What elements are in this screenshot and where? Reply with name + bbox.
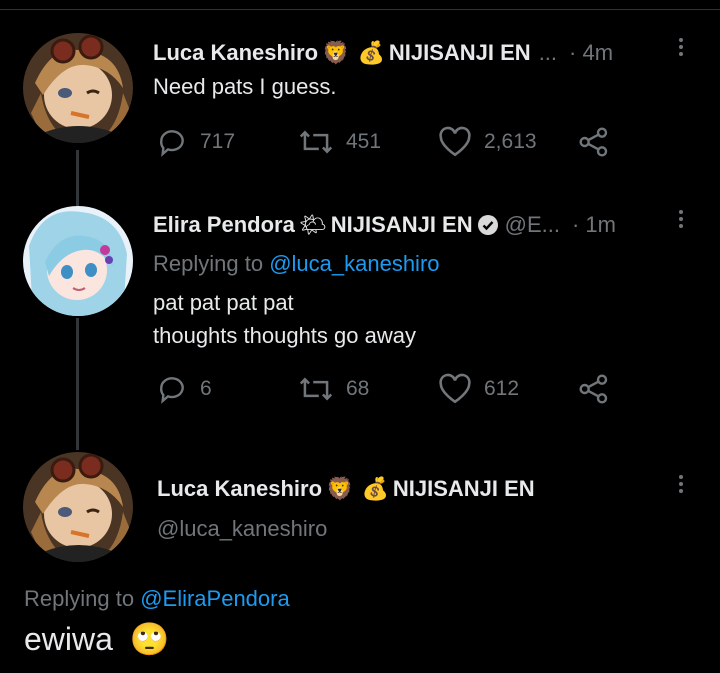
- reply-button[interactable]: 717: [156, 126, 235, 158]
- truncated-handle: ...: [538, 40, 558, 65]
- tweet-text: Need pats I guess.: [153, 74, 337, 99]
- display-name[interactable]: Elira Pendora: [153, 212, 295, 238]
- timestamp[interactable]: · 4m: [569, 40, 613, 66]
- share-button[interactable]: [578, 373, 622, 405]
- tweet-header: Luca Kaneshiro 🦁 💰 NIJISANJI EN ... · 4m: [153, 40, 613, 66]
- like-button[interactable]: 612: [438, 373, 519, 405]
- retweet-count: 68: [346, 377, 370, 400]
- thread-line: [76, 150, 79, 206]
- avatar[interactable]: [23, 33, 133, 143]
- share-icon: [579, 374, 608, 404]
- handle[interactable]: @E...: [505, 212, 560, 238]
- like-count: 612: [484, 377, 520, 400]
- tweet-header: Luca Kaneshiro 🦁 💰 NIJISANJI EN: [157, 476, 535, 502]
- reply-count: 6: [200, 377, 212, 400]
- money-bag-emoji-icon: 💰: [361, 476, 389, 502]
- replying-to-label: Replying to: [153, 251, 270, 276]
- reply-count: 717: [200, 130, 236, 153]
- display-name[interactable]: Luca Kaneshiro: [157, 476, 322, 502]
- top-divider: [0, 9, 720, 10]
- more-options-icon[interactable]: [676, 210, 686, 231]
- replying-to: Replying to @luca_kaneshiro: [153, 251, 440, 277]
- eye-roll-emoji-icon: 🙄: [129, 620, 170, 658]
- more-options-icon[interactable]: [676, 475, 686, 496]
- avatar[interactable]: [23, 452, 133, 562]
- timestamp[interactable]: · 1m: [572, 212, 616, 238]
- avatar[interactable]: [23, 206, 133, 316]
- lion-emoji-icon: 🦁: [326, 476, 354, 502]
- retweet-button[interactable]: 451: [298, 126, 381, 158]
- reply-icon: [160, 130, 184, 157]
- tweet-text-line: thoughts thoughts go away: [153, 323, 416, 348]
- tweet-text-line: pat pat pat pat: [153, 290, 294, 315]
- reply-button[interactable]: 6: [156, 373, 212, 405]
- sun-behind-cloud-emoji-icon: 🌤: [298, 212, 327, 238]
- share-icon: [579, 127, 608, 157]
- affiliation-label: NIJISANJI EN: [330, 212, 473, 237]
- reply-mention-link[interactable]: @luca_kaneshiro: [269, 251, 439, 276]
- replying-to-label: Replying to: [24, 586, 141, 611]
- affiliation-label: NIJISANJI EN: [388, 40, 531, 65]
- like-button[interactable]: 2,613: [438, 126, 537, 158]
- retweet-icon: [299, 130, 333, 154]
- verified-badge-icon: [477, 215, 498, 235]
- lion-emoji-icon: 🦁: [322, 40, 350, 66]
- heart-icon: [439, 373, 471, 404]
- thread-line: [76, 318, 79, 450]
- heart-icon: [439, 126, 471, 157]
- retweet-button[interactable]: 68: [298, 373, 369, 405]
- tweet-header: Elira Pendora 🌤 NIJISANJI EN @E... · 1m: [153, 212, 616, 238]
- share-button[interactable]: [578, 126, 622, 158]
- display-name[interactable]: Luca Kaneshiro: [153, 40, 318, 66]
- retweet-count: 451: [346, 130, 382, 153]
- replying-to: Replying to @EliraPendora: [24, 586, 290, 612]
- handle[interactable]: @luca_kaneshiro: [157, 516, 327, 542]
- like-count: 2,613: [484, 130, 537, 153]
- reply-icon: [160, 377, 184, 404]
- reply-mention-link[interactable]: @EliraPendora: [140, 586, 290, 611]
- money-bag-emoji-icon: 💰: [357, 40, 385, 66]
- affiliation-label: NIJISANJI EN: [392, 476, 535, 501]
- retweet-icon: [299, 377, 333, 401]
- tweet-text-content: ewiwa: [24, 621, 113, 657]
- more-options-icon[interactable]: [676, 38, 686, 59]
- tweet-text: ewiwa 🙄: [24, 620, 174, 658]
